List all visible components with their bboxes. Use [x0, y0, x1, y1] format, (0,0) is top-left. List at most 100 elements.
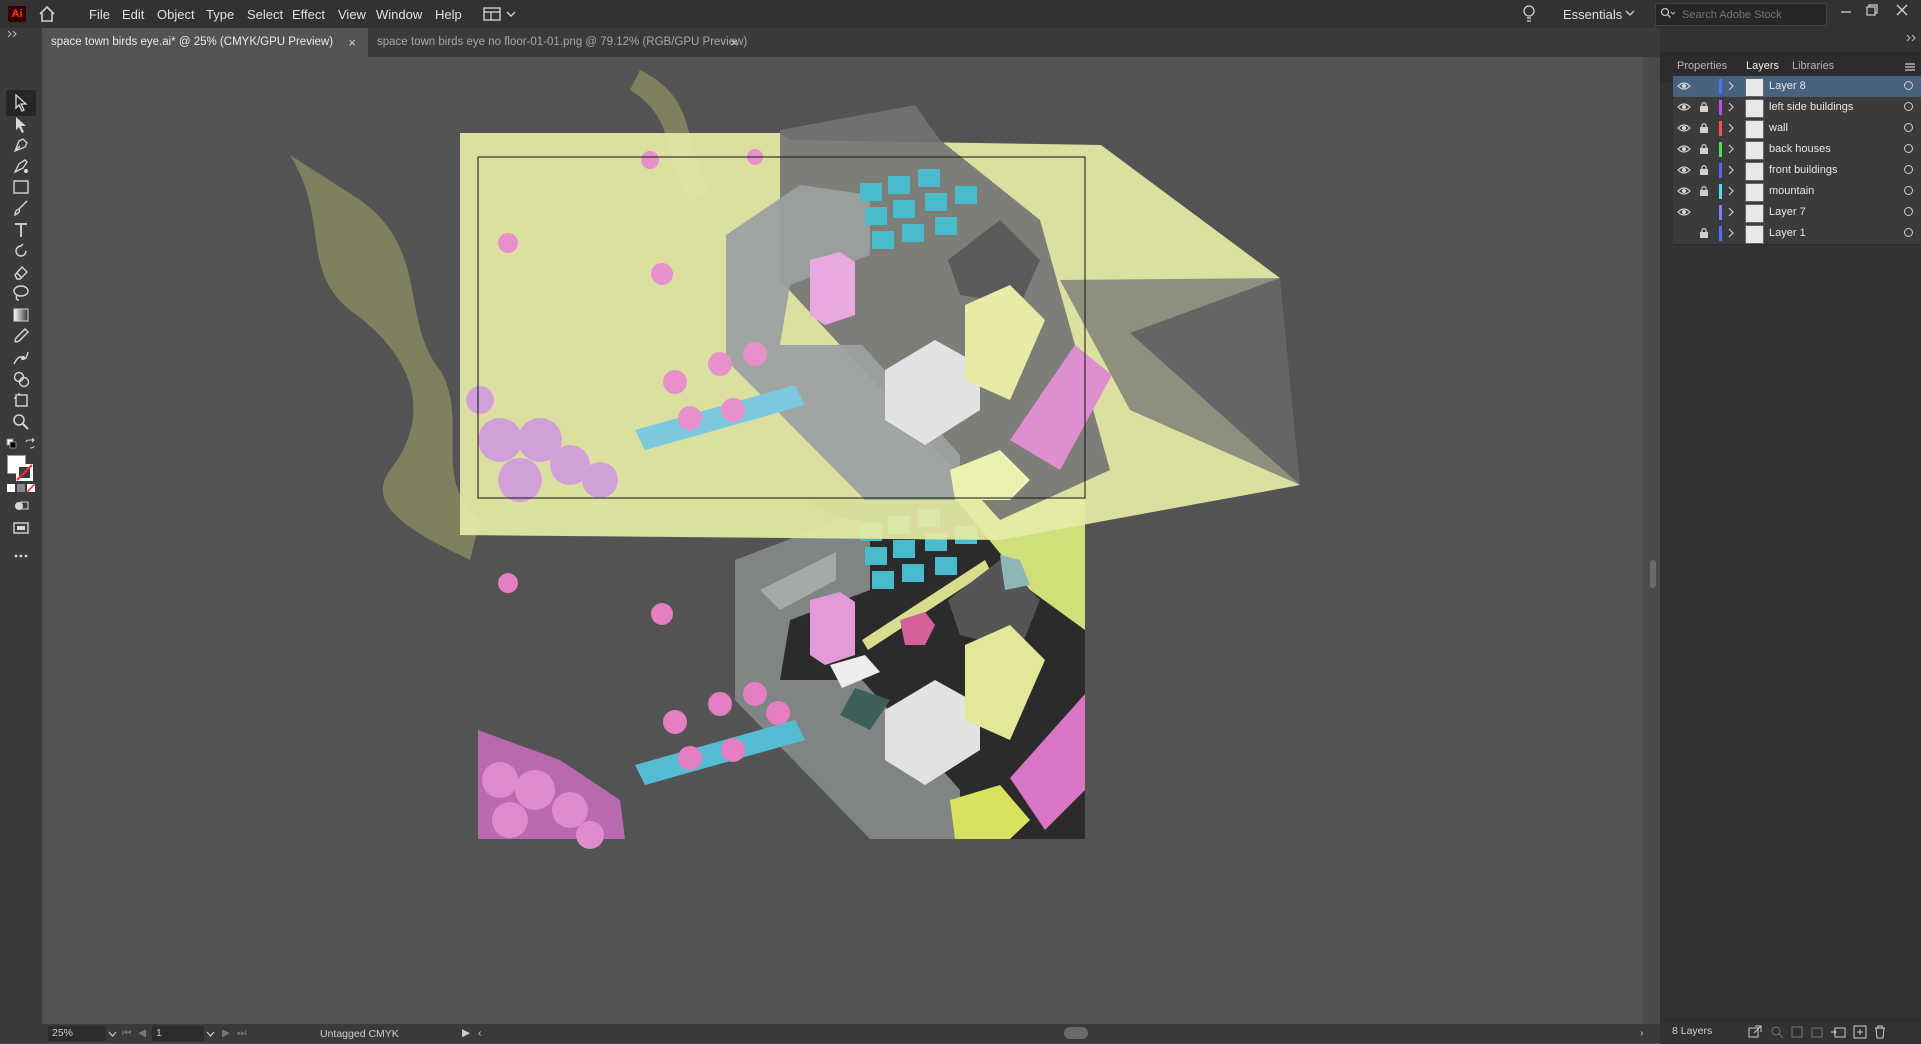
- curvature-tool-icon[interactable]: [11, 156, 31, 176]
- target-circle-icon[interactable]: [1904, 207, 1913, 216]
- target-circle-icon[interactable]: [1904, 228, 1913, 237]
- stroke-color-swatch[interactable]: [16, 464, 33, 481]
- chevron-down-icon[interactable]: [1625, 8, 1635, 18]
- layer-name[interactable]: Layer 8: [1769, 80, 1806, 92]
- lock-toggle[interactable]: [1699, 80, 1709, 92]
- menu-edit[interactable]: Edit: [122, 7, 144, 22]
- menu-view[interactable]: View: [338, 7, 366, 22]
- close-icon[interactable]: ×: [730, 28, 738, 57]
- color-mode-icon[interactable]: [7, 483, 37, 493]
- home-icon[interactable]: [38, 5, 56, 23]
- puppet-warp-tool-icon[interactable]: [11, 348, 31, 368]
- layer-row[interactable]: Layer 1: [1673, 223, 1921, 245]
- eye-icon[interactable]: [1677, 185, 1691, 197]
- layer-name[interactable]: Layer 1: [1769, 227, 1806, 239]
- zoom-tool-icon[interactable]: [11, 412, 31, 432]
- tab-space-town-birds-eye-png[interactable]: space town birds eye no floor-01-01.png …: [368, 28, 818, 57]
- scroll-left-icon[interactable]: ‹: [478, 1027, 482, 1039]
- lock-icon[interactable]: [1699, 101, 1709, 113]
- vertical-scroll-thumb[interactable]: [1650, 560, 1656, 588]
- layer-row[interactable]: mountain: [1673, 181, 1921, 203]
- collect-in-new-layer-icon[interactable]: [1830, 1025, 1846, 1039]
- scroll-right-icon[interactable]: ›: [1640, 1027, 1644, 1039]
- eye-icon[interactable]: [1677, 143, 1691, 155]
- target-circle-icon[interactable]: [1904, 123, 1913, 132]
- lock-toggle[interactable]: [1699, 206, 1709, 218]
- target-circle-icon[interactable]: [1904, 144, 1913, 153]
- layer-name[interactable]: Layer 7: [1769, 206, 1806, 218]
- menu-type[interactable]: Type: [206, 7, 234, 22]
- layer-row[interactable]: Layer 7: [1673, 202, 1921, 224]
- shape-builder-tool-icon[interactable]: [11, 369, 31, 389]
- close-icon[interactable]: ×: [348, 28, 356, 57]
- pen-tool-icon[interactable]: [11, 135, 31, 155]
- close-window-icon[interactable]: [1895, 3, 1909, 17]
- collapse-toolbar-icon[interactable]: [6, 30, 18, 38]
- chevron-right-icon[interactable]: [1727, 206, 1735, 218]
- zoom-level-dropdown[interactable]: 25%: [48, 1026, 106, 1041]
- layer-row[interactable]: back houses: [1673, 139, 1921, 161]
- target-circle-icon[interactable]: [1904, 102, 1913, 111]
- layer-name[interactable]: left side buildings: [1769, 101, 1853, 113]
- horizontal-scroll-thumb[interactable]: [1064, 1027, 1088, 1039]
- visibility-toggle[interactable]: [1677, 227, 1691, 239]
- first-artboard-icon[interactable]: ⏮: [122, 1027, 131, 1040]
- chevron-right-icon[interactable]: [1727, 143, 1735, 155]
- minimize-icon[interactable]: [1840, 6, 1852, 18]
- export-icon[interactable]: [1748, 1025, 1762, 1039]
- status-menu-arrow-icon[interactable]: ▶: [462, 1027, 470, 1039]
- tab-libraries[interactable]: Libraries: [1792, 60, 1834, 72]
- target-circle-icon[interactable]: [1904, 186, 1913, 195]
- clipping-mask-icon[interactable]: [1790, 1025, 1804, 1039]
- gradient-tool-icon[interactable]: [11, 305, 31, 325]
- menu-file[interactable]: File: [89, 7, 110, 22]
- panel-menu-icon[interactable]: [1904, 62, 1916, 72]
- selection-tool-icon[interactable]: [11, 93, 31, 113]
- search-input[interactable]: [1680, 6, 1824, 24]
- menu-select[interactable]: Select: [247, 7, 283, 22]
- menu-help[interactable]: Help: [435, 7, 462, 22]
- menu-window[interactable]: Window: [376, 7, 422, 22]
- lock-icon[interactable]: [1699, 143, 1709, 155]
- tab-space-town-birds-eye-ai[interactable]: space town birds eye.ai* @ 25% (CMYK/GPU…: [42, 28, 368, 57]
- target-circle-icon[interactable]: [1904, 81, 1913, 90]
- draw-mode-icon[interactable]: [11, 496, 31, 516]
- layer-row[interactable]: front buildings: [1673, 160, 1921, 182]
- eye-icon[interactable]: [1677, 80, 1691, 92]
- chevron-down-icon[interactable]: [108, 1030, 117, 1038]
- screen-mode-icon[interactable]: [11, 518, 31, 538]
- chevron-right-icon[interactable]: [1727, 101, 1735, 113]
- target-circle-icon[interactable]: [1904, 165, 1913, 174]
- layer-name[interactable]: mountain: [1769, 185, 1814, 197]
- eye-icon[interactable]: [1677, 122, 1691, 134]
- chevron-right-icon[interactable]: [1727, 185, 1735, 197]
- layer-row[interactable]: Layer 8: [1673, 76, 1921, 98]
- layer-name[interactable]: front buildings: [1769, 164, 1838, 176]
- default-colors-icon[interactable]: [6, 438, 18, 450]
- lasso-tool-icon[interactable]: [11, 283, 31, 303]
- lock-icon[interactable]: [1699, 122, 1709, 134]
- more-tools-icon[interactable]: [11, 546, 31, 566]
- artboard-number-field[interactable]: 1: [152, 1026, 204, 1041]
- collapse-panel-icon[interactable]: [1905, 34, 1917, 42]
- chevron-right-icon[interactable]: [1727, 122, 1735, 134]
- eraser-tool-icon[interactable]: [11, 262, 31, 282]
- trash-icon[interactable]: [1873, 1025, 1887, 1039]
- chevron-right-icon[interactable]: [1727, 164, 1735, 176]
- rectangle-tool-icon[interactable]: [11, 177, 31, 197]
- locate-object-icon[interactable]: [1770, 1025, 1784, 1039]
- new-layer-icon[interactable]: [1853, 1025, 1867, 1039]
- eye-icon[interactable]: [1677, 206, 1691, 218]
- eye-icon[interactable]: [1677, 164, 1691, 176]
- lock-icon[interactable]: [1699, 185, 1709, 197]
- tab-properties[interactable]: Properties: [1677, 60, 1727, 72]
- menu-object[interactable]: Object: [157, 7, 195, 22]
- arrange-documents-icon[interactable]: [483, 6, 519, 22]
- restore-icon[interactable]: [1866, 4, 1878, 16]
- workspace-dropdown[interactable]: Essentials: [1563, 7, 1622, 22]
- chevron-right-icon[interactable]: [1727, 80, 1735, 92]
- menu-effect[interactable]: Effect: [292, 7, 325, 22]
- next-artboard-icon[interactable]: ▶: [222, 1027, 230, 1039]
- type-tool-icon[interactable]: [11, 220, 31, 240]
- direct-selection-tool-icon[interactable]: [11, 115, 31, 135]
